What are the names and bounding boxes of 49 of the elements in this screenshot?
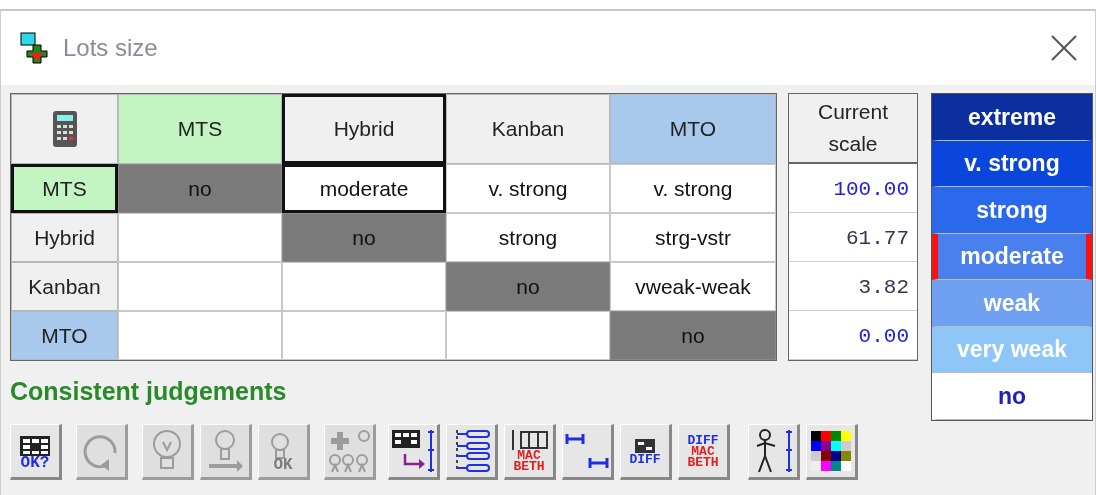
- scale-value: 61.77: [789, 213, 917, 262]
- row-header[interactable]: MTS: [11, 164, 118, 213]
- grid-icon: [391, 428, 435, 474]
- grid-icon: [18, 433, 52, 458]
- toolbar-button[interactable]: [806, 424, 858, 480]
- calculator-icon: [51, 110, 78, 148]
- scale-value: 0.00: [789, 311, 917, 360]
- scale-option[interactable]: strong: [932, 187, 1092, 234]
- toolbar-button[interactable]: OK?: [10, 424, 62, 480]
- calculator-button[interactable]: [11, 94, 118, 164]
- close-button[interactable]: [1049, 33, 1079, 63]
- row-header[interactable]: MTO: [11, 311, 118, 360]
- toolbar-button[interactable]: [388, 424, 440, 480]
- judgement-cell[interactable]: v. strong: [446, 164, 610, 213]
- toolbar-button[interactable]: DIFF: [620, 424, 672, 480]
- toolbar-button[interactable]: [748, 424, 800, 480]
- app-icon: [19, 31, 51, 65]
- scale-option[interactable]: moderate: [932, 233, 1092, 281]
- toolbar-button[interactable]: [562, 424, 614, 480]
- scale-value: 100.00: [789, 164, 917, 213]
- toolbar-button[interactable]: DIFF MAC BETH: [678, 424, 730, 480]
- judgement-cell[interactable]: v. strong: [610, 164, 776, 213]
- bulbs-icon: [327, 428, 371, 474]
- scale-option[interactable]: no: [932, 373, 1092, 421]
- grid-icon: [634, 437, 656, 454]
- scale-value: 3.82: [789, 262, 917, 311]
- judgement-cell[interactable]: no: [118, 164, 282, 213]
- judgement-cell[interactable]: strg-vstr: [610, 213, 776, 262]
- row-header[interactable]: Kanban: [11, 262, 118, 311]
- status-message: Consistent judgements: [10, 376, 288, 407]
- column-header[interactable]: Kanban: [446, 94, 610, 164]
- toolbar-button[interactable]: MAC BETH: [504, 424, 556, 480]
- row-header[interactable]: Hybrid: [11, 213, 118, 262]
- judgement-cell[interactable]: strong: [446, 213, 610, 262]
- column-header[interactable]: MTS: [118, 94, 282, 164]
- judgement-cell[interactable]: no: [610, 311, 776, 360]
- toolbar-button[interactable]: [446, 424, 498, 480]
- judgement-cell[interactable]: vweak-weak: [610, 262, 776, 311]
- judgement-cell[interactable]: moderate: [282, 164, 446, 213]
- window-title: Lots size: [63, 33, 158, 63]
- scale-option[interactable]: v. strong: [932, 140, 1092, 188]
- column-header[interactable]: MTO: [610, 94, 776, 164]
- judgement-cell[interactable]: no: [446, 262, 610, 311]
- palette-icon: [809, 429, 853, 473]
- column-header: Current scale: [789, 94, 917, 164]
- judgement-cell[interactable]: no: [282, 213, 446, 262]
- column-header[interactable]: Hybrid: [282, 94, 446, 164]
- columns-icon: [509, 430, 549, 450]
- scale-option[interactable]: extreme: [932, 94, 1092, 141]
